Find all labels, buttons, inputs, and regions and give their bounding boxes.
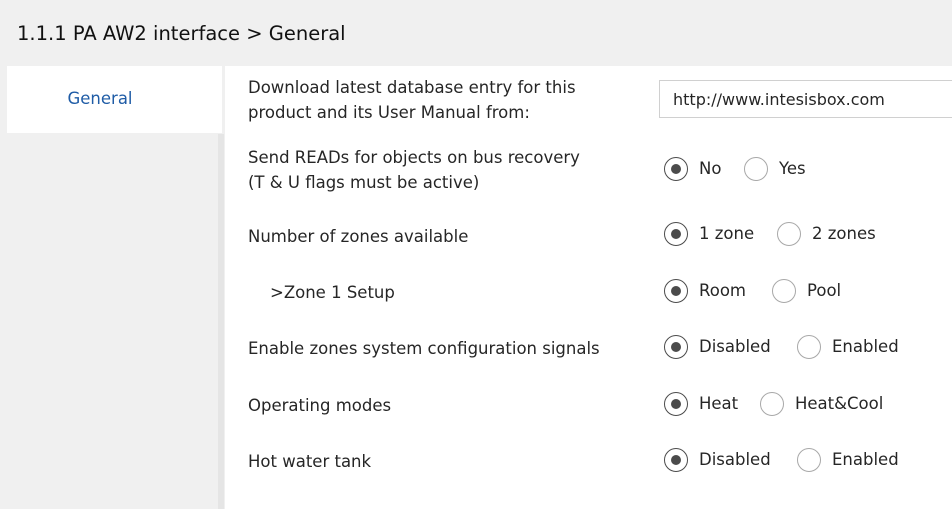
send-reads-no-radio[interactable] — [664, 157, 688, 181]
tab-general[interactable]: General — [7, 66, 222, 133]
hot-water-disabled-label: Disabled — [699, 450, 771, 469]
zones-label: Number of zones available — [248, 227, 469, 246]
zone1-room-label: Room — [699, 281, 746, 300]
operating-modes-label: Operating modes — [248, 396, 392, 415]
radio-selected-dot — [670, 341, 681, 352]
zones-config-disabled-radio[interactable] — [664, 335, 688, 359]
radio-selected-dot — [670, 285, 681, 296]
operating-heatcool-label: Heat&Cool — [795, 394, 884, 413]
zones-2-radio[interactable] — [777, 222, 801, 246]
sidebar: General — [0, 66, 225, 509]
send-reads-yes-label: Yes — [779, 159, 806, 178]
tab-general-label: General — [67, 89, 133, 108]
download-label-line2: product and its User Manual from: — [248, 103, 530, 122]
radio-selected-dot — [670, 454, 681, 465]
sidebar-divider[interactable] — [218, 134, 224, 509]
zone1-room-radio[interactable] — [664, 279, 688, 303]
zones-1-radio[interactable] — [664, 222, 688, 246]
window-header: 1.1.1 PA AW2 interface > General — [0, 0, 952, 66]
radio-selected-dot — [670, 398, 681, 409]
zones-1-label: 1 zone — [699, 224, 755, 243]
page-title: 1.1.1 PA AW2 interface > General — [17, 22, 346, 45]
zones-config-enabled-label: Enabled — [832, 337, 899, 356]
radio-selected-dot — [670, 163, 681, 174]
download-label-line1: Download latest database entry for this — [248, 78, 576, 97]
radio-selected-dot — [670, 228, 681, 239]
hot-water-disabled-radio[interactable] — [664, 448, 688, 472]
zone1-pool-radio[interactable] — [772, 279, 796, 303]
hot-water-enabled-label: Enabled — [832, 450, 899, 469]
send-reads-label-line2: (T & U flags must be active) — [248, 173, 480, 192]
operating-heat-label: Heat — [699, 394, 739, 413]
zones-2-label: 2 zones — [812, 224, 876, 243]
send-reads-no-label: No — [699, 159, 722, 178]
zones-config-enabled-radio[interactable] — [797, 335, 821, 359]
operating-heatcool-radio[interactable] — [760, 392, 784, 416]
hot-water-enabled-radio[interactable] — [797, 448, 821, 472]
zones-config-disabled-label: Disabled — [699, 337, 771, 356]
zone1-pool-label: Pool — [807, 281, 842, 300]
download-url-field[interactable] — [659, 80, 952, 118]
operating-heat-radio[interactable] — [664, 392, 688, 416]
zones-config-label: Enable zones system configuration signal… — [248, 339, 600, 358]
hot-water-tank-label: Hot water tank — [248, 452, 372, 471]
send-reads-label-line1: Send READs for objects on bus recovery — [248, 148, 580, 167]
send-reads-yes-radio[interactable] — [744, 157, 768, 181]
zone1-setup-label: >Zone 1 Setup — [270, 283, 395, 302]
